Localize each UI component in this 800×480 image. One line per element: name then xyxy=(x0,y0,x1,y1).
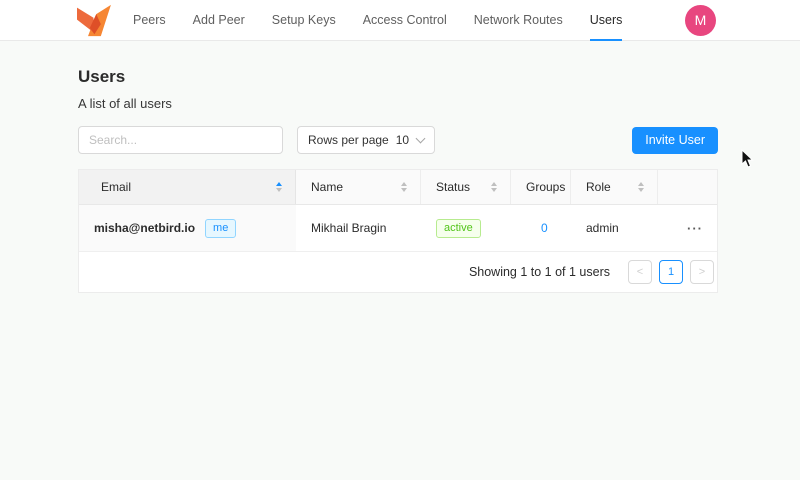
table-footer: Showing 1 to 1 of 1 users < 1 > xyxy=(79,252,717,292)
cell-status: active xyxy=(421,205,511,251)
sort-icon xyxy=(491,182,497,192)
netbird-logo-icon[interactable] xyxy=(75,4,112,37)
table-header-row: Email Name Status Groups xyxy=(79,170,717,205)
nav-item-network-routes[interactable]: Network Routes xyxy=(474,0,563,41)
column-header-name[interactable]: Name xyxy=(296,170,421,204)
me-badge: me xyxy=(205,219,236,238)
chevron-down-icon xyxy=(416,133,426,143)
page-subtitle: A list of all users xyxy=(78,96,718,111)
pagination-summary: Showing 1 to 1 of 1 users xyxy=(469,265,610,279)
search-input[interactable] xyxy=(78,126,283,154)
table-row: misha@netbird.io me Mikhail Bragin activ… xyxy=(79,205,717,252)
nav-item-users[interactable]: Users xyxy=(590,0,623,41)
pagination-prev-button[interactable]: < xyxy=(628,260,652,284)
pagination-next-button[interactable]: > xyxy=(690,260,714,284)
nav-item-add-peer[interactable]: Add Peer xyxy=(193,0,245,41)
column-label: Role xyxy=(586,180,611,194)
rows-per-page-select[interactable]: Rows per page 10 xyxy=(297,126,435,154)
column-header-email[interactable]: Email xyxy=(79,170,296,204)
user-email: misha@netbird.io xyxy=(94,221,195,235)
user-name: Mikhail Bragin xyxy=(311,221,386,235)
nav-item-setup-keys[interactable]: Setup Keys xyxy=(272,0,336,41)
column-header-status[interactable]: Status xyxy=(421,170,511,204)
cell-name: Mikhail Bragin xyxy=(296,205,421,251)
user-avatar[interactable]: M xyxy=(685,5,716,36)
toolbar: Rows per page 10 Invite User xyxy=(78,126,718,154)
cell-email: misha@netbird.io me xyxy=(79,205,296,251)
pagination-page-1-button[interactable]: 1 xyxy=(659,260,683,284)
column-label: Email xyxy=(101,180,131,194)
groups-count-link[interactable]: 0 xyxy=(541,221,548,235)
column-header-actions xyxy=(658,170,717,204)
users-table: Email Name Status Groups xyxy=(78,169,718,293)
invite-user-button[interactable]: Invite User xyxy=(632,127,718,154)
top-navbar: Peers Add Peer Setup Keys Access Control… xyxy=(0,0,800,41)
nav-item-peers[interactable]: Peers xyxy=(133,0,166,41)
cell-role: admin xyxy=(571,205,658,251)
column-header-role[interactable]: Role xyxy=(571,170,658,204)
mouse-cursor xyxy=(741,149,754,168)
status-badge: active xyxy=(436,219,481,238)
rows-per-page-label: Rows per page xyxy=(308,133,389,147)
column-header-groups: Groups xyxy=(511,170,571,204)
rows-per-page-value: 10 xyxy=(396,133,409,147)
cell-groups: 0 xyxy=(511,205,571,251)
column-label: Groups xyxy=(526,180,565,194)
user-role: admin xyxy=(586,221,619,235)
sort-icon xyxy=(401,182,407,192)
main-content: Users A list of all users Rows per page … xyxy=(78,41,718,293)
cell-actions: ··· xyxy=(658,205,717,251)
sort-icon xyxy=(638,182,644,192)
column-label: Status xyxy=(436,180,470,194)
page-title: Users xyxy=(78,41,718,87)
nav-item-access-control[interactable]: Access Control xyxy=(363,0,447,41)
sort-icon xyxy=(276,182,282,192)
row-actions-menu-icon[interactable]: ··· xyxy=(687,221,703,236)
column-label: Name xyxy=(311,180,343,194)
